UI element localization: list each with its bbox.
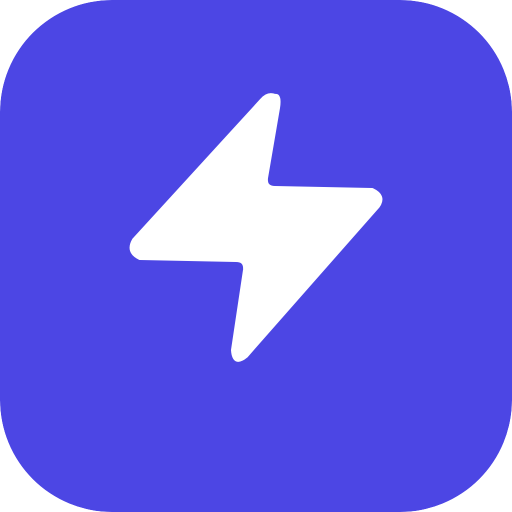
app-icon-graphic	[0, 0, 512, 512]
app-icon	[0, 0, 512, 512]
